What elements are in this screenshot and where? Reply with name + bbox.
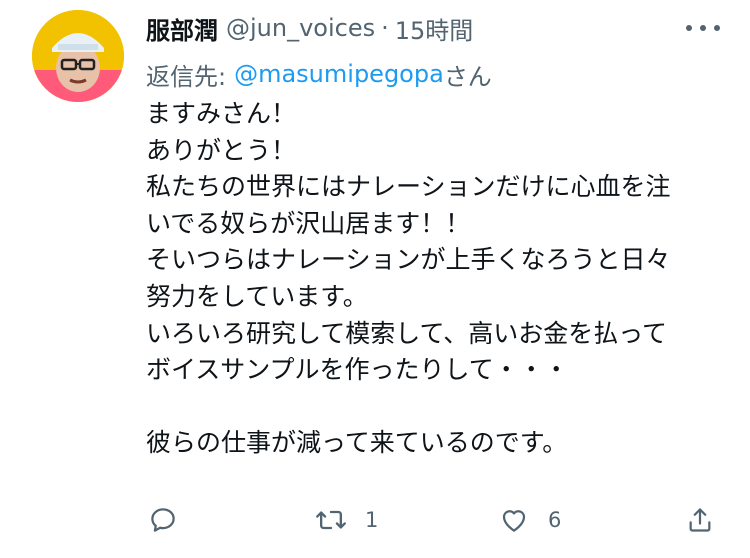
separator-dot: · [381,14,389,42]
dot-3 [714,25,720,31]
like-count: 6 [548,508,562,532]
retweet-button[interactable]: 1 [315,500,378,540]
tweet-text-line: ますみさん！ [146,99,297,128]
reply-mention-link[interactable]: @masumipegopa [234,60,444,88]
tweet-text-line: いろいろ研究して模索して、高いお金を払って [146,318,668,348]
tweet-text-line: そいつらはナレーションが上手くなろうと日々 [146,245,671,275]
like-button[interactable]: 6 [498,500,561,540]
reply-button[interactable] [148,500,178,540]
tweet-text-line: ありがとう！ [146,135,297,165]
dot-2 [700,25,706,31]
retweet-icon [316,510,346,530]
reply-suffix: さん [443,62,492,91]
more-dots-icon[interactable] [686,16,720,40]
author-handle[interactable]: @jun_voices [226,14,375,42]
reply-icon [151,508,175,532]
reply-to-line: 返信先: @masumipegopa さん [146,56,492,92]
timestamp[interactable]: 15時間 [395,11,474,46]
tweet-text-line: 努力をしています。 [146,281,368,311]
tweet-text-line: ボイスサンプルを作ったりして・・・ [146,355,569,385]
author-name[interactable]: 服部潤 [146,11,218,46]
tweet-body: ますみさん！ ありがとう！ 私たちの世界にはナレーションだけに心血を注 いでる奴… [146,96,726,462]
tweet-text-line: 私たちの世界にはナレーションだけに心血を注 [146,172,671,202]
tweet-header: 服部潤 @jun_voices · 15時間 [146,10,473,46]
retweet-count: 1 [365,508,379,532]
share-icon [689,508,711,532]
dot-1 [686,25,692,31]
heart-icon [502,510,526,532]
tweet-text-line: いでる奴らが沢山居ます！！ [146,208,471,238]
avatar[interactable] [32,10,124,102]
share-button[interactable] [686,500,714,540]
action-bar: 1 6 [148,500,728,540]
reply-prefix: 返信先: [146,62,227,91]
tweet-text-line: 彼らの仕事が減って来ているのです。 [146,428,568,458]
avatar-image [32,10,124,102]
